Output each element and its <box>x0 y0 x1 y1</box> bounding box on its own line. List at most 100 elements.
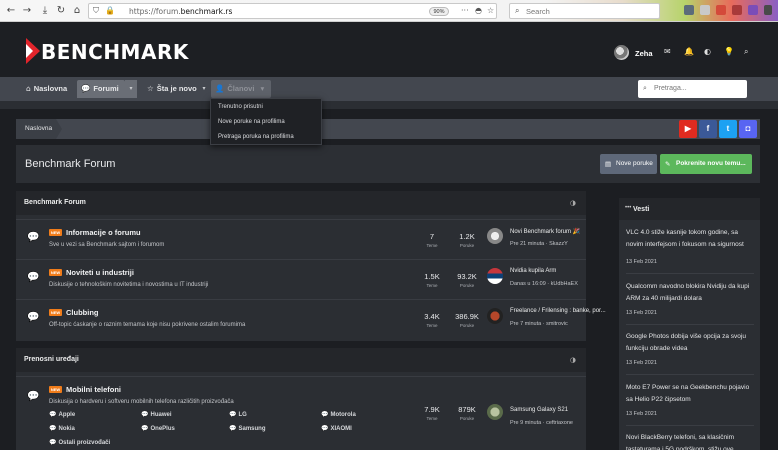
bell-icon[interactable]: 🔔 <box>684 47 694 56</box>
site-search-input[interactable]: ⌕ Pretraga... <box>638 80 747 98</box>
last-post-meta[interactable]: Danas u 16:09 · kUdbHaEX <box>510 281 578 287</box>
extension-icon[interactable] <box>684 5 694 15</box>
nav-sta-je-novo[interactable]: ☆ Šta je novo <box>143 80 201 98</box>
avatar[interactable] <box>487 268 503 284</box>
dropdown-item-nove-poruke-profili[interactable]: Nove poruke na profilima <box>218 119 285 125</box>
forum-block-prenosni-uredjaji: Prenosni uređaji ◑ 💬 NEW Mobilni telefon… <box>16 348 586 450</box>
site-logo[interactable]: BENCHMARK <box>41 40 189 64</box>
chat-icon: 💬 <box>321 411 329 418</box>
avatar[interactable] <box>487 404 503 420</box>
shield-icon[interactable]: ⛉ <box>93 6 99 16</box>
extension-icon[interactable] <box>716 5 726 15</box>
lock-icon[interactable]: 🔒 <box>105 6 115 15</box>
extension-icon[interactable] <box>732 5 742 15</box>
bookmark-star-icon[interactable]: ☆ <box>487 6 494 15</box>
subforum-ostali[interactable]: 💬 Ostali proizvođači <box>49 439 110 446</box>
last-post-title[interactable]: Samsung Galaxy S21 <box>510 407 568 413</box>
forum-node[interactable]: 💬 NEW Informacije o forumu Sve u vezi sa… <box>16 219 586 259</box>
theme-toggle-icon[interactable]: ◐ <box>704 47 711 56</box>
url-text[interactable]: https://forum.benchmark.rs <box>129 7 232 16</box>
news-item-title[interactable]: Novi BlackBerry telefoni, sa klasičnim t… <box>626 432 754 450</box>
posts-stat: 386.9K Poruke <box>455 312 479 328</box>
news-item-title[interactable]: Moto E7 Power se na Geekbenchu pojavio s… <box>626 382 754 405</box>
forum-node[interactable]: 💬 NEW Mobilni telefoni Diskusija o hardv… <box>16 376 586 450</box>
dropdown-item-trenutno-prisutni[interactable]: Trenutno prisutni <box>218 104 263 110</box>
forum-title[interactable]: Mobilni telefoni <box>66 385 121 394</box>
browser-search-input[interactable]: ⌕ Search <box>509 3 660 19</box>
chevron-down-icon: ▾ <box>260 84 265 93</box>
subforum-nokia[interactable]: 💬 Nokia <box>49 425 75 432</box>
subforum-lg[interactable]: 💬 LG <box>229 411 247 418</box>
collapse-toggle-icon[interactable]: ◑ <box>570 199 576 207</box>
last-post-title[interactable]: Freelance / Frilensing : banke, por... <box>510 308 606 314</box>
nav-clanovi[interactable]: 👤 Članovi ▾ <box>211 80 271 98</box>
divider <box>626 425 754 426</box>
posts-stat: 93.2K Poruke <box>457 272 477 288</box>
youtube-icon[interactable]: ▶ <box>679 120 697 138</box>
extension-icon[interactable] <box>748 5 758 15</box>
subforum-apple[interactable]: 💬 Apple <box>49 411 75 418</box>
zoom-indicator[interactable]: 90% <box>429 7 449 16</box>
members-dropdown: Trenutno prisutni Nove poruke na profili… <box>210 98 322 145</box>
logo-icon-inner <box>26 44 33 58</box>
twitter-icon[interactable]: t <box>719 120 737 138</box>
last-post-meta[interactable]: Pre 9 minuta · ceftriaxone <box>510 420 573 426</box>
nav-subbar <box>0 101 778 109</box>
subforum-motorola[interactable]: 💬 Motorola <box>321 411 356 418</box>
menu-icon[interactable] <box>764 5 772 15</box>
subforum-oneplus[interactable]: 💬 OnePlus <box>141 425 175 432</box>
block-header[interactable]: Prenosni uređaji ◑ <box>16 348 586 372</box>
new-posts-button[interactable]: ▤ Nove poruke <box>600 154 657 174</box>
avatar[interactable] <box>487 228 503 244</box>
download-icon[interactable]: ⤓ <box>38 4 52 18</box>
chat-icon: 💬 <box>49 439 57 446</box>
forward-icon[interactable]: → <box>20 4 34 18</box>
back-icon[interactable]: ← <box>4 4 18 18</box>
subforum-samsung[interactable]: 💬 Samsung <box>229 425 266 432</box>
news-item-title[interactable]: Google Photos dobija više opcija za svoj… <box>626 331 754 354</box>
news-item-title[interactable]: VLC 4.0 stiže kasnije tokom godine, sa n… <box>626 227 754 250</box>
forum-title[interactable]: Clubbing <box>66 308 99 317</box>
username[interactable]: Zeha <box>635 49 653 58</box>
forum-description: Diskusija o hardveru i softveru mobilnih… <box>49 399 234 405</box>
chat-icon: 💬 <box>49 425 57 432</box>
threads-stat: 3.4K Teme <box>424 312 440 328</box>
avatar[interactable] <box>614 45 629 60</box>
envelope-icon[interactable]: ✉ <box>664 47 671 56</box>
forum-node[interactable]: 💬 NEW Noviteti u industriji Diskusije o … <box>16 259 586 299</box>
dropdown-item-pretraga-poruka[interactable]: Pretraga poruka na profilima <box>218 134 294 140</box>
nav-sta-je-novo-caret[interactable]: ▾ <box>198 80 210 98</box>
nav-forumi-caret[interactable]: ▾ <box>125 80 137 98</box>
avatar[interactable] <box>487 308 503 324</box>
subforum-huawei[interactable]: 💬 Huawei <box>141 411 172 418</box>
discord-icon[interactable]: ◘ <box>739 120 757 138</box>
new-thread-button[interactable]: ✎ Pokrenite novu temu... <box>660 154 752 174</box>
last-post-meta[interactable]: Pre 7 minuta · smitrovic <box>510 321 568 327</box>
breadcrumb-naslovna[interactable]: Naslovna <box>16 119 62 139</box>
forum-description: Diskusije o tehnološkim novitetima i nov… <box>49 282 209 288</box>
subforum-xiaomi[interactable]: 💬 XIAOMI <box>321 425 352 432</box>
last-post-title[interactable]: Nvidia kupila Arm <box>510 268 556 274</box>
facebook-icon[interactable]: f <box>699 120 717 138</box>
block-header[interactable]: Benchmark Forum ◑ <box>16 191 586 215</box>
last-post-meta[interactable]: Pre 21 minuta · SkazzY <box>510 241 568 247</box>
search-icon[interactable]: ⌕ <box>744 47 748 57</box>
nav-forumi[interactable]: 💬 Forumi <box>77 80 125 98</box>
pocket-icon[interactable]: ◓ <box>475 6 482 15</box>
forum-title[interactable]: Noviteti u industriji <box>66 268 134 277</box>
last-post-title[interactable]: Novi Benchmark forum 🎉 <box>510 228 580 235</box>
forum-title[interactable]: Informacije o forumu <box>66 228 141 237</box>
collapse-toggle-icon[interactable]: ◑ <box>570 356 576 364</box>
nav-naslovna[interactable]: ⌂ Naslovna <box>22 80 71 98</box>
more-icon[interactable]: ··· <box>461 6 469 15</box>
forum-block-benchmark: Benchmark Forum ◑ 💬 NEW Informacije o fo… <box>16 191 606 341</box>
news-item-title[interactable]: Qualcomm navodno blokira Nvidiju da kupi… <box>626 281 754 304</box>
url-bar[interactable]: ⛉ 🔒 https://forum.benchmark.rs 90% ··· ◓… <box>88 3 497 19</box>
forum-node[interactable]: 💬 NEW Clubbing Off-topic ćaskanje o razn… <box>16 299 606 339</box>
reload-icon[interactable]: ↻ <box>54 4 68 18</box>
new-badge: NEW <box>49 269 62 276</box>
extension-icon[interactable] <box>700 5 710 15</box>
home-icon[interactable]: ⌂ <box>70 4 84 18</box>
news-date: 13 Feb 2021 <box>626 360 657 366</box>
bulb-icon[interactable]: 💡 <box>724 47 734 56</box>
